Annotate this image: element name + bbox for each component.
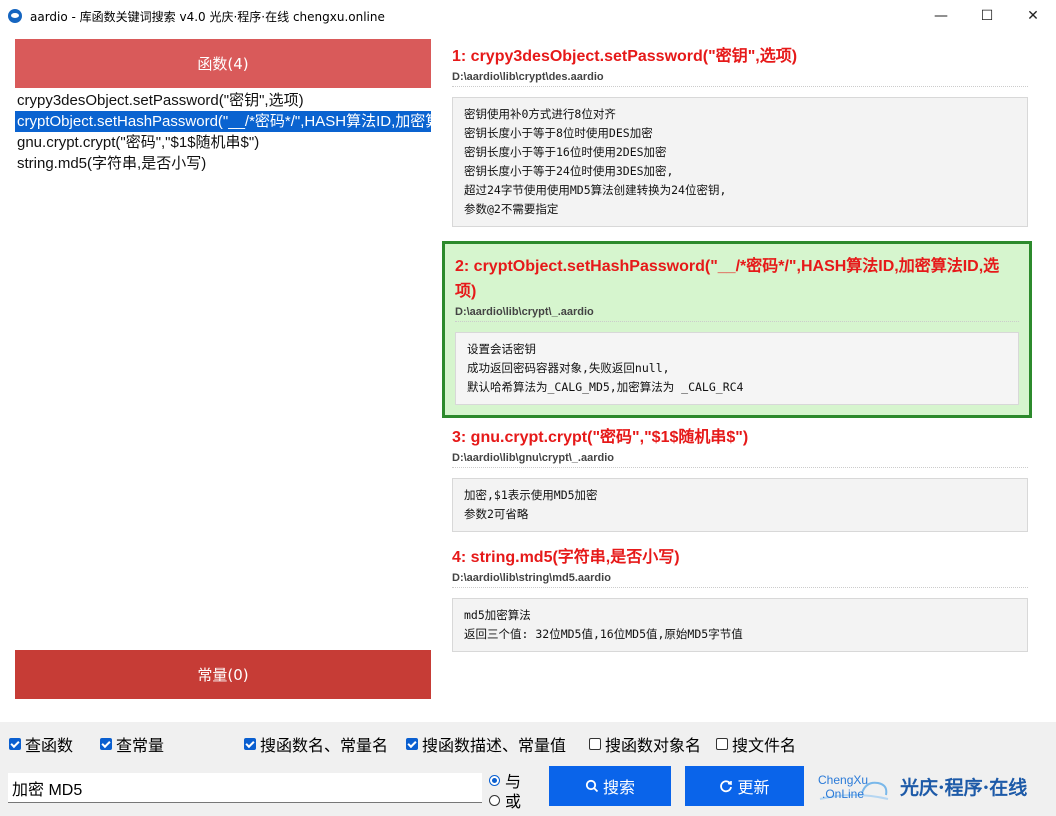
checkbox-unchecked-icon[interactable] — [716, 738, 728, 750]
check-functions-checkbox[interactable]: 查函数 — [9, 732, 73, 756]
function-list-item[interactable]: gnu.crypt.crypt("密码","$1$随机串$") — [15, 132, 431, 153]
desc-line: 加密,$1表示使用MD5加密 — [464, 488, 598, 502]
logo-text: 光庆·程序·在线 — [900, 776, 1028, 799]
result-entry-highlighted: 2: cryptObject.setHashPassword("__/*密码*/… — [442, 241, 1032, 418]
desc-line: 密钥长度小于等于8位时使用DES加密 — [464, 126, 653, 140]
desc-line: 成功返回密码容器对象,失败返回null, — [467, 361, 670, 375]
result-entry: 3: gnu.crypt.crypt("密码","$1$随机串$") D:\aa… — [452, 425, 1028, 532]
function-list-item[interactable]: string.md5(字符串,是否小写) — [15, 153, 431, 174]
result-title[interactable]: 4: string.md5(字符串,是否小写) — [452, 545, 1028, 570]
result-entry: 4: string.md5(字符串,是否小写) D:\aardio\lib\st… — [452, 545, 1028, 652]
window-title: aardio - 库函数关键词搜索 v4.0 光庆·程序·在线 chengxu.… — [30, 9, 385, 24]
result-path: D:\aardio\lib\crypt\_.aardio — [455, 306, 1019, 322]
desc-line: md5加密算法 — [464, 608, 531, 622]
refresh-button[interactable]: 更新 — [685, 766, 804, 806]
refresh-button-label: 更新 — [737, 778, 770, 797]
radio-selected-icon[interactable] — [489, 774, 500, 786]
window-controls: — ☐ ✕ — [918, 0, 1056, 32]
chengxu-online-logo: ChengXu .OnLine 光庆·程序·在线 — [818, 768, 1027, 804]
logo-mark-line2: .OnLine — [822, 787, 865, 801]
checkbox-checked-icon[interactable] — [244, 738, 256, 750]
result-path: D:\aardio\lib\gnu\crypt\_.aardio — [452, 452, 1028, 468]
close-button[interactable]: ✕ — [1010, 0, 1056, 32]
desc-line: 密钥长度小于等于24位时使用3DES加密, — [464, 164, 674, 178]
search-file-checkbox[interactable]: 搜文件名 — [716, 732, 796, 756]
minimize-button[interactable]: — — [918, 0, 964, 32]
refresh-icon — [720, 780, 733, 793]
logo-mark-line1: ChengXu — [818, 773, 869, 787]
cloud-logo-icon: ChengXu .OnLine — [818, 769, 890, 803]
title-bar: aardio - 库函数关键词搜索 v4.0 光庆·程序·在线 chengxu.… — [0, 0, 1056, 32]
result-entry: 1: crypy3desObject.setPassword("密钥",选项) … — [452, 44, 1028, 227]
checkbox-checked-icon[interactable] — [100, 738, 112, 750]
result-path: D:\aardio\lib\crypt\des.aardio — [452, 71, 1028, 87]
desc-line: 默认哈希算法为_CALG_MD5,加密算法为 _CALG_RC4 — [467, 380, 744, 394]
functions-header[interactable]: 函数(4) — [15, 39, 431, 88]
search-names-checkbox[interactable]: 搜函数名、常量名 — [244, 732, 388, 756]
maximize-button[interactable]: ☐ — [964, 0, 1010, 32]
constants-header[interactable]: 常量(0) — [15, 650, 431, 699]
search-button-label: 搜索 — [602, 778, 635, 797]
desc-line: 返回三个值: 32位MD5值,16位MD5值,原始MD5字节值 — [464, 627, 743, 641]
result-description: 设置会话密钥 成功返回密码容器对象,失败返回null, 默认哈希算法为_CALG… — [455, 332, 1019, 405]
result-title[interactable]: 1: crypy3desObject.setPassword("密钥",选项) — [452, 44, 1028, 69]
desc-line: 参数@2不需要指定 — [464, 202, 559, 216]
desc-line: 密钥长度小于等于16位时使用2DES加密 — [464, 145, 667, 159]
function-list-item-selected[interactable]: cryptObject.setHashPassword("__/*密码*/",H… — [15, 111, 431, 132]
search-object-checkbox[interactable]: 搜函数对象名 — [589, 732, 701, 756]
desc-line: 设置会话密钥 — [467, 342, 536, 356]
radio-unselected-icon[interactable] — [489, 794, 500, 806]
checkbox-label: 搜文件名 — [732, 736, 797, 755]
aardio-app-icon — [8, 9, 22, 23]
checkbox-label: 搜函数名、常量名 — [260, 736, 389, 755]
result-title[interactable]: 3: gnu.crypt.crypt("密码","$1$随机串$") — [452, 425, 1028, 450]
result-description: 加密,$1表示使用MD5加密 参数2可省略 — [452, 478, 1028, 532]
left-panel: 函数(4) crypy3desObject.setPassword("密钥",选… — [0, 32, 440, 722]
search-icon — [585, 779, 599, 793]
checkbox-label: 搜函数对象名 — [605, 736, 702, 755]
desc-line: 密钥使用补0方式进行8位对齐 — [464, 107, 616, 121]
function-list: crypy3desObject.setPassword("密钥",选项) cry… — [15, 90, 431, 174]
result-path: D:\aardio\lib\string\md5.aardio — [452, 572, 1028, 588]
result-description: 密钥使用补0方式进行8位对齐 密钥长度小于等于8位时使用DES加密 密钥长度小于… — [452, 97, 1028, 227]
result-title[interactable]: 2: cryptObject.setHashPassword("__/*密码*/… — [455, 254, 1019, 304]
checkbox-checked-icon[interactable] — [9, 738, 21, 750]
result-description: md5加密算法 返回三个值: 32位MD5值,16位MD5值,原始MD5字节值 — [452, 598, 1028, 652]
desc-line: 超过24字节使用使用MD5算法创建转换为24位密钥, — [464, 183, 727, 197]
mode-or-radio[interactable]: 或 — [489, 788, 521, 812]
results-panel: 1: crypy3desObject.setPassword("密钥",选项) … — [440, 32, 1056, 722]
radio-label: 或 — [505, 792, 522, 811]
search-input[interactable] — [8, 773, 482, 803]
checkbox-unchecked-icon[interactable] — [589, 738, 601, 750]
search-controls: 查函数 查常量 搜函数名、常量名 搜函数描述、常量值 搜函数对象名 搜文件名 与… — [0, 722, 1056, 816]
check-constants-checkbox[interactable]: 查常量 — [100, 732, 164, 756]
search-button[interactable]: 搜索 — [549, 766, 671, 806]
checkbox-label: 查常量 — [116, 736, 165, 755]
desc-line: 参数2可省略 — [464, 507, 529, 521]
search-description-checkbox[interactable]: 搜函数描述、常量值 — [406, 732, 566, 756]
checkbox-checked-icon[interactable] — [406, 738, 418, 750]
function-list-item[interactable]: crypy3desObject.setPassword("密钥",选项) — [15, 90, 431, 111]
checkbox-label: 搜函数描述、常量值 — [422, 736, 567, 755]
checkbox-label: 查函数 — [25, 736, 74, 755]
